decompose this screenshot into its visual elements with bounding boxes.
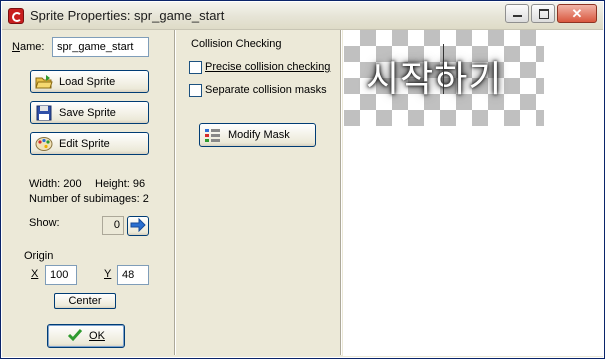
next-subimage-button[interactable] <box>127 216 149 236</box>
origin-label: Origin <box>24 250 54 262</box>
subimage-index-display: 0 <box>102 216 124 235</box>
collision-checking-heading: Collision Checking <box>191 38 282 50</box>
game-maker-icon <box>8 8 24 24</box>
mask-list-icon <box>204 127 222 143</box>
collision-panel-divider <box>340 30 342 355</box>
left-panel-divider <box>174 30 176 355</box>
sprite-text: 시작하기 <box>366 59 503 100</box>
load-sprite-button[interactable]: Load Sprite <box>30 70 149 93</box>
precise-collision-label[interactable]: Precise collision checking <box>205 61 330 73</box>
checkmark-icon <box>67 328 83 345</box>
sprite-height-text: Height: 96 <box>95 178 146 190</box>
origin-y-field[interactable] <box>117 265 149 285</box>
ok-label: OK <box>89 330 105 342</box>
name-field[interactable] <box>52 37 149 57</box>
edit-sprite-button[interactable]: Edit Sprite <box>30 132 149 155</box>
edit-sprite-label: Edit Sprite <box>59 137 110 150</box>
save-sprite-label: Save Sprite <box>59 106 116 119</box>
sprite-image: 시작하기 <box>344 30 544 126</box>
sprite-width-text: Width: 200 <box>29 178 82 190</box>
origin-x-field[interactable] <box>45 265 77 285</box>
separate-masks-label[interactable]: Separate collision masks <box>205 84 327 96</box>
folder-open-icon <box>35 74 53 90</box>
subimages-count-text: Number of subimages: 2 <box>29 193 149 205</box>
name-label: Name: <box>12 41 45 53</box>
modify-mask-label: Modify Mask <box>228 129 290 141</box>
window-controls: ✕ <box>505 4 597 23</box>
title-bar[interactable]: Sprite Properties: spr_game_start ✕ <box>2 2 603 30</box>
window-title: Sprite Properties: spr_game_start <box>30 8 225 23</box>
save-sprite-button[interactable]: Save Sprite <box>30 101 149 124</box>
arrow-right-icon <box>130 217 146 235</box>
minimize-icon <box>513 15 522 17</box>
floppy-disk-icon <box>35 105 53 121</box>
origin-x-label: X <box>31 268 39 280</box>
ok-button[interactable]: OK <box>47 324 125 348</box>
close-button[interactable]: ✕ <box>557 4 597 23</box>
origin-marker <box>443 44 444 94</box>
modify-mask-button[interactable]: Modify Mask <box>199 123 316 147</box>
origin-y-label: Y <box>104 268 112 280</box>
close-icon: ✕ <box>571 6 583 21</box>
center-origin-button[interactable]: Center <box>54 293 116 309</box>
paint-palette-icon <box>35 136 53 152</box>
sprite-properties-window: Sprite Properties: spr_game_start ✕ Name… <box>0 0 605 359</box>
sprite-preview-area[interactable]: 시작하기 <box>343 30 603 356</box>
load-sprite-label: Load Sprite <box>59 75 116 88</box>
show-label: Show: <box>29 217 60 229</box>
minimize-button[interactable] <box>505 4 529 23</box>
precise-collision-checkbox[interactable] <box>189 61 202 74</box>
maximize-icon <box>539 9 549 19</box>
dialog-body: Name: Load Sprite Save Sprite Edit Sprit… <box>2 30 603 357</box>
separate-masks-checkbox[interactable] <box>189 84 202 97</box>
maximize-button[interactable] <box>531 4 555 23</box>
